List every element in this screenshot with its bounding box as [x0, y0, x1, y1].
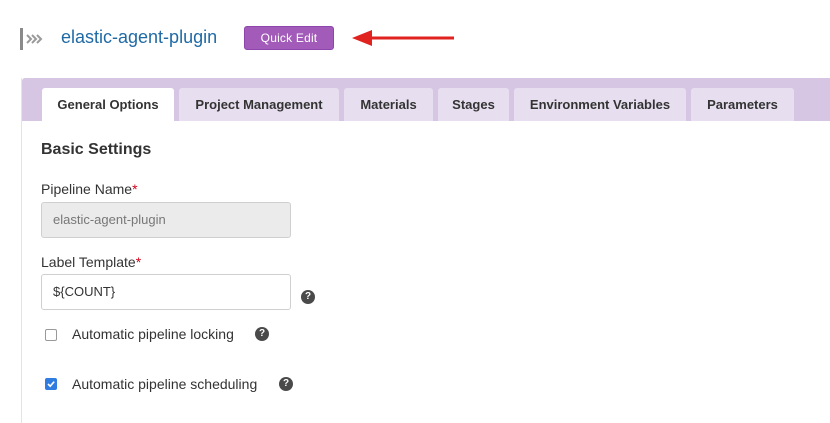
pipeline-scheduling-help-icon[interactable]: ?: [279, 377, 293, 391]
pipeline-icon: [20, 28, 43, 50]
tab-bar: General Options Project Management Mater…: [22, 78, 830, 121]
label-template-label: Label Template*: [41, 254, 141, 270]
tab-stages[interactable]: Stages: [438, 88, 509, 121]
pipeline-locking-label: Automatic pipeline locking: [72, 326, 234, 342]
tab-environment-variables[interactable]: Environment Variables: [514, 88, 686, 121]
label-template-field[interactable]: ${COUNT}: [41, 274, 291, 310]
quick-edit-button[interactable]: Quick Edit: [244, 26, 334, 50]
arrow-annotation-icon: [352, 30, 454, 46]
tab-parameters[interactable]: Parameters: [691, 88, 794, 121]
pipeline-scheduling-checkbox[interactable]: [45, 378, 57, 390]
label-template-help-icon[interactable]: ?: [301, 290, 315, 304]
checkmark-icon: [47, 381, 55, 388]
pipeline-name-label: Pipeline Name*: [41, 181, 138, 197]
section-title: Basic Settings: [41, 141, 152, 158]
tab-materials[interactable]: Materials: [344, 88, 433, 121]
pipeline-scheduling-label: Automatic pipeline scheduling: [72, 376, 258, 392]
tab-project-management[interactable]: Project Management: [179, 88, 339, 121]
tab-general-options[interactable]: General Options: [42, 88, 174, 121]
pipeline-name-field: elastic-agent-plugin: [41, 202, 291, 238]
required-marker: *: [135, 254, 142, 270]
required-marker: *: [132, 181, 138, 197]
settings-panel: General Options Project Management Mater…: [21, 78, 830, 423]
pipeline-header: elastic-agent-plugin Quick Edit: [0, 0, 830, 78]
label-template-label-text: Label Template: [41, 254, 136, 270]
pipeline-locking-checkbox[interactable]: [45, 329, 57, 341]
pipeline-name-label-text: Pipeline Name: [41, 181, 133, 197]
pipeline-locking-help-icon[interactable]: ?: [255, 327, 269, 341]
pipeline-name-link[interactable]: elastic-agent-plugin: [61, 26, 217, 48]
